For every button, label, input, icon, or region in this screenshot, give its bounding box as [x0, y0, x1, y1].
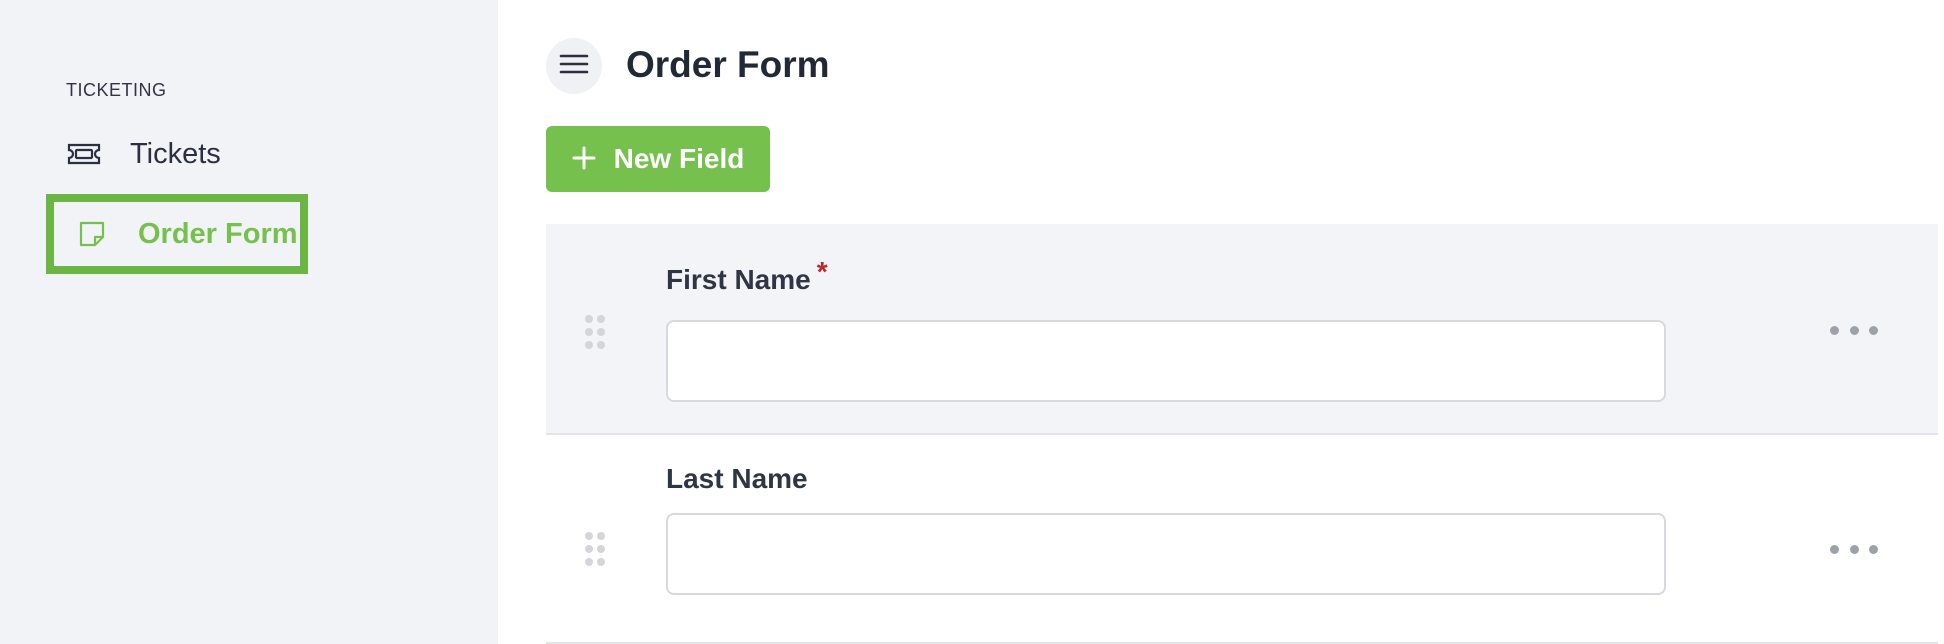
app-window: TICKETING Tickets Order Form Order Form …	[0, 0, 1944, 644]
menu-toggle-button[interactable]	[546, 38, 602, 94]
sidebar-item-label: Tickets	[130, 137, 221, 170]
hamburger-icon	[559, 53, 589, 80]
field-label: Last Name	[666, 463, 808, 495]
first-name-field[interactable]	[666, 320, 1666, 402]
required-indicator: *	[816, 256, 828, 287]
sidebar-item-label: Order Form	[138, 217, 298, 250]
more-options-icon[interactable]	[1830, 539, 1878, 559]
new-field-button[interactable]: New Field	[546, 126, 770, 192]
ticket-icon	[66, 138, 102, 170]
page-title: Order Form	[626, 44, 830, 85]
form-field-list: First Name * Last Name	[546, 224, 1938, 644]
field-label: First Name *	[666, 256, 828, 296]
form-field-row: First Name *	[546, 224, 1938, 435]
drag-handle-icon[interactable]	[584, 531, 606, 567]
more-options-icon[interactable]	[1830, 320, 1878, 340]
sidebar-item-tickets[interactable]: Tickets	[66, 136, 221, 172]
sidebar-section-label: TICKETING	[66, 80, 167, 100]
sidebar: TICKETING Tickets Order Form	[0, 0, 498, 644]
field-label-text: First Name	[666, 264, 811, 295]
field-label-text: Last Name	[666, 463, 808, 494]
form-field-row: Last Name	[546, 435, 1938, 644]
drag-handle-icon[interactable]	[584, 314, 606, 350]
sidebar-item-order-form[interactable]: Order Form	[46, 194, 308, 274]
last-name-field[interactable]	[666, 513, 1666, 595]
new-field-button-label: New Field	[613, 143, 745, 174]
note-icon	[74, 218, 110, 250]
plus-icon	[572, 142, 596, 176]
